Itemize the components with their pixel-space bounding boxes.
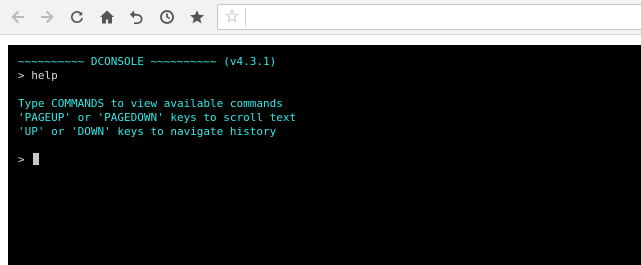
undo-button[interactable] bbox=[125, 5, 149, 29]
back-button[interactable] bbox=[6, 5, 30, 29]
arrow-right-icon bbox=[41, 10, 54, 24]
console-cursor bbox=[33, 153, 40, 165]
address-bar[interactable]: ☆ bbox=[217, 4, 641, 30]
star-outline-icon[interactable]: ☆ bbox=[222, 7, 242, 27]
clock-icon bbox=[160, 10, 174, 24]
undo-icon bbox=[130, 10, 143, 24]
console-command-text: help bbox=[31, 69, 58, 82]
reload-icon bbox=[70, 11, 83, 24]
console-prompt: > bbox=[18, 69, 32, 82]
console-input-prompt: > bbox=[18, 153, 32, 166]
forward-button[interactable] bbox=[35, 5, 59, 29]
browser-toolbar: ☆ bbox=[0, 0, 641, 35]
reload-button[interactable] bbox=[65, 5, 89, 29]
console-command-line: > help bbox=[18, 69, 58, 83]
home-icon bbox=[100, 10, 114, 24]
page-content: ~~~~~~~~~~ DCONSOLE ~~~~~~~~~~ (v4.3.1) … bbox=[0, 35, 641, 265]
console-input-line[interactable]: > bbox=[18, 153, 40, 167]
address-bar-divider bbox=[245, 8, 246, 26]
console-help-line-2: 'PAGEUP' or 'PAGEDOWN' keys to scroll te… bbox=[18, 111, 297, 124]
home-button[interactable] bbox=[95, 5, 119, 29]
history-button[interactable] bbox=[155, 5, 179, 29]
console-banner: ~~~~~~~~~~ DCONSOLE ~~~~~~~~~~ (v4.3.1) bbox=[18, 55, 277, 68]
dconsole-window[interactable]: ~~~~~~~~~~ DCONSOLE ~~~~~~~~~~ (v4.3.1) … bbox=[8, 45, 641, 265]
star-filled-icon bbox=[190, 10, 204, 24]
bookmarks-button[interactable] bbox=[185, 5, 209, 29]
console-help-line-1: Type COMMANDS to view available commands bbox=[18, 97, 283, 110]
console-help-line-3: 'UP' or 'DOWN' keys to navigate history bbox=[18, 125, 277, 138]
arrow-left-icon bbox=[11, 10, 24, 24]
